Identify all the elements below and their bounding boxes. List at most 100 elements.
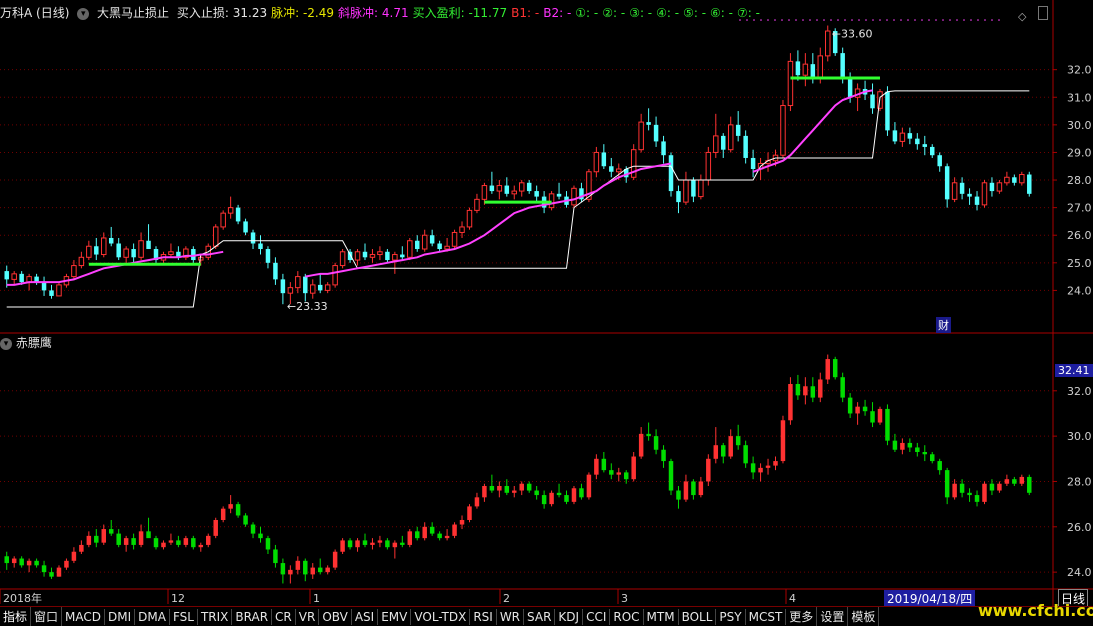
toolbar-tab[interactable]: DMI bbox=[105, 609, 136, 625]
marker-dot bbox=[963, 19, 965, 21]
candle-body bbox=[892, 130, 898, 142]
sub-candle-body bbox=[586, 474, 592, 498]
toolbar-tab[interactable]: SAR bbox=[524, 609, 556, 625]
indicator-toolbar: 指标 窗口 MACD DMI DMA FSL TRIX BRAR CR VR OBV ASI EMV VO… bbox=[0, 606, 1093, 626]
sub-candle-body bbox=[235, 504, 241, 516]
sub-candle-body bbox=[773, 461, 778, 466]
toolbar-tab[interactable]: RSI bbox=[470, 609, 497, 625]
sub-candle-body bbox=[526, 483, 532, 491]
sub-tick-label: 28.0 bbox=[1067, 475, 1092, 488]
main-tick-label: 24.0 bbox=[1067, 284, 1092, 297]
sub-candle-body bbox=[79, 544, 84, 552]
sub-candle-body bbox=[437, 533, 442, 539]
candle-body bbox=[609, 166, 614, 172]
toolbar-tab[interactable]: WR bbox=[497, 609, 525, 625]
candle-body bbox=[11, 273, 17, 280]
sub-candle-body bbox=[803, 386, 808, 396]
toolbar-tab[interactable]: CR bbox=[272, 609, 296, 625]
candle-body bbox=[317, 284, 323, 291]
toolbar-tab[interactable]: TRIX bbox=[198, 609, 233, 625]
sub-candle-body bbox=[310, 567, 315, 575]
toolbar-tab[interactable]: EMV bbox=[378, 609, 412, 625]
sub-candle-body bbox=[967, 492, 972, 496]
candle-body bbox=[168, 251, 174, 256]
sub-candle-body bbox=[922, 452, 928, 455]
scroll-up-icon[interactable] bbox=[1037, 6, 1048, 20]
toolbar-tab[interactable]: BRAR bbox=[232, 609, 273, 625]
toolbar-tab[interactable]: BOLL bbox=[679, 609, 717, 625]
sub-candle-body bbox=[489, 486, 495, 491]
sub-candle-body bbox=[459, 520, 465, 525]
diamond-icon[interactable]: ◇ bbox=[1018, 10, 1026, 23]
sub-candle-body bbox=[564, 495, 569, 502]
candle-body bbox=[885, 91, 890, 131]
window-controls[interactable]: ◇ bbox=[1018, 6, 1048, 23]
toolbar-tab[interactable]: ROC bbox=[610, 609, 644, 625]
candle-body bbox=[71, 265, 77, 278]
marker-dot bbox=[865, 19, 867, 21]
sub-candle-body bbox=[601, 458, 607, 471]
sub-candle-body bbox=[661, 449, 666, 462]
toolbar-tab[interactable]: 模板 bbox=[848, 607, 880, 626]
toolbar-tab[interactable]: VOL-TDX bbox=[411, 609, 471, 625]
candle-body bbox=[727, 124, 734, 151]
candle-body bbox=[295, 276, 301, 289]
sub-candle-body bbox=[86, 535, 92, 545]
marker-dot bbox=[816, 19, 818, 21]
sub-candle-body bbox=[94, 535, 99, 543]
toolbar-tab[interactable]: MTM bbox=[644, 609, 679, 625]
kline-chart[interactable]: 24.0 25.0 26.0 27.0 28.0 29.0 30.0 31.0 32.0 24.0… bbox=[0, 0, 1093, 606]
marker-dot bbox=[795, 19, 797, 21]
toolbar-tab[interactable]: VR bbox=[296, 609, 320, 625]
candle-body bbox=[951, 182, 958, 200]
finance-badge[interactable]: 财 bbox=[936, 317, 951, 333]
indicator-name[interactable]: 大黑马止损止 bbox=[97, 6, 169, 20]
sub-candle-body bbox=[385, 540, 390, 548]
candle-body bbox=[369, 254, 376, 258]
candle-body bbox=[698, 179, 704, 198]
toolbar-tab[interactable]: DMA bbox=[135, 609, 170, 625]
candle-body bbox=[377, 251, 383, 256]
toolbar-tab[interactable]: 设置 bbox=[817, 607, 849, 626]
marker-dot bbox=[970, 19, 972, 21]
sub-candle-body bbox=[497, 486, 502, 491]
chevron-down-icon[interactable]: ▾ bbox=[77, 7, 90, 20]
candle-body bbox=[534, 191, 539, 197]
sub-candle-body bbox=[250, 524, 256, 534]
toolbar-tab[interactable]: 窗口 bbox=[31, 607, 63, 626]
sub-candle-body bbox=[750, 463, 756, 473]
chevron-down-icon[interactable]: ▾ bbox=[0, 337, 12, 350]
indicator-value: 斜脉冲: 4.71 bbox=[338, 6, 409, 20]
candle-body bbox=[19, 273, 24, 283]
candle-body bbox=[258, 243, 263, 250]
indicator-value: 脉冲: -2.49 bbox=[271, 6, 335, 20]
marker-dot bbox=[998, 19, 1000, 21]
sub-candle-body bbox=[1012, 479, 1017, 484]
toolbar-tab[interactable]: PSY bbox=[716, 609, 746, 625]
sub-candle-body bbox=[959, 483, 965, 493]
candle-body bbox=[1012, 177, 1017, 183]
toolbar-tab[interactable]: ASI bbox=[352, 609, 379, 625]
candle-body bbox=[996, 182, 1003, 192]
toolbar-tab[interactable]: CCI bbox=[583, 609, 611, 625]
toolbar-tab[interactable]: 指标 bbox=[0, 607, 32, 626]
toolbar-tab[interactable]: MCST bbox=[746, 609, 787, 625]
x-tick-label: 2 bbox=[503, 592, 510, 605]
sub-candle-body bbox=[71, 551, 77, 561]
marker-dot bbox=[781, 19, 783, 21]
candle-body bbox=[959, 182, 965, 194]
toolbar-tab[interactable]: FSL bbox=[170, 609, 198, 625]
sub-candle-body bbox=[885, 408, 890, 441]
toolbar-tab[interactable]: KDJ bbox=[555, 609, 584, 625]
sub-candle-body bbox=[415, 531, 420, 539]
candle-body bbox=[511, 190, 518, 195]
marker-dot bbox=[977, 19, 979, 21]
toolbar-tab[interactable]: OBV bbox=[319, 609, 352, 625]
candle-body bbox=[212, 226, 219, 247]
candle-body bbox=[518, 182, 525, 192]
toolbar-tab[interactable]: 更多 bbox=[786, 607, 818, 626]
sub-panel-title[interactable]: 赤膘鹰 bbox=[16, 336, 52, 350]
sub-candle-body bbox=[295, 560, 301, 570]
toolbar-tab[interactable]: MACD bbox=[62, 609, 106, 625]
stock-name[interactable]: 万科A (日线) bbox=[0, 6, 69, 20]
